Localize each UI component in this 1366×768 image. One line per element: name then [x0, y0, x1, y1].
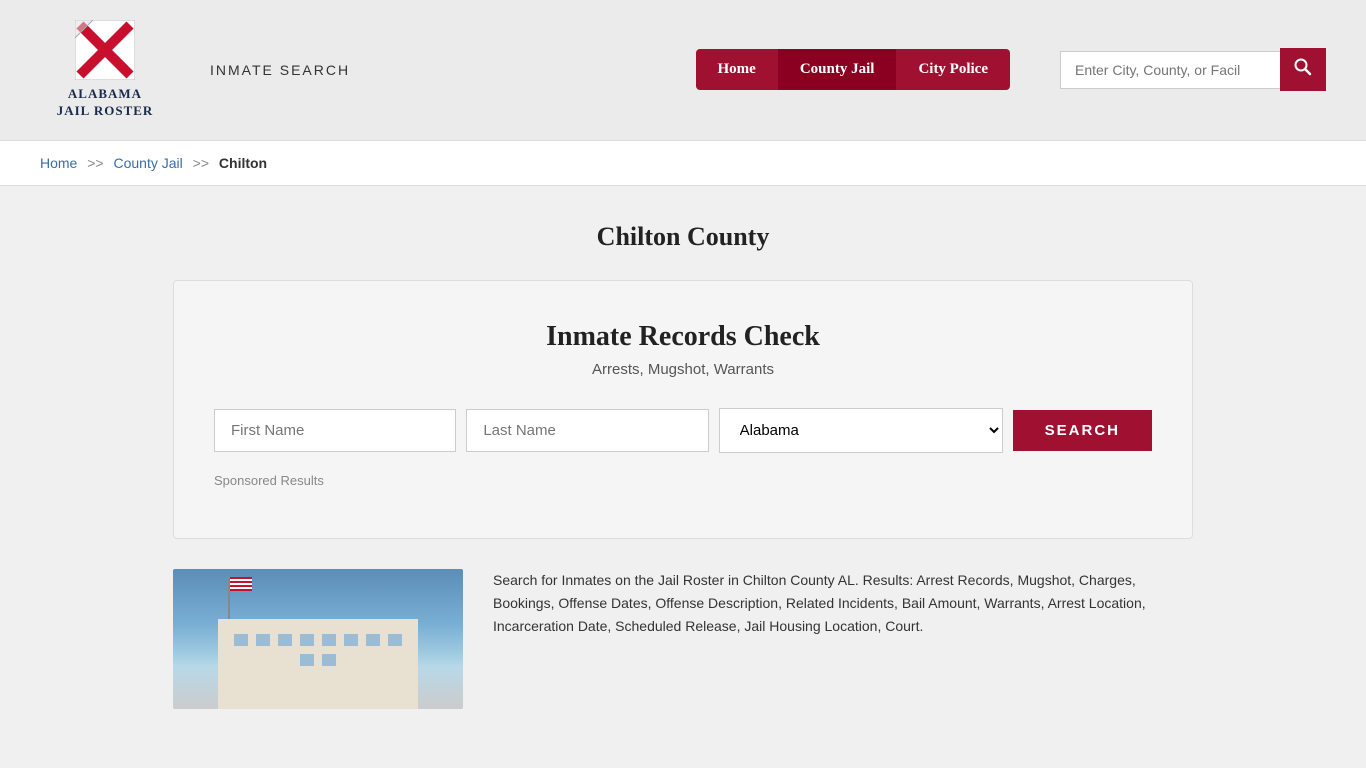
- search-icon: [1294, 58, 1312, 76]
- building-image: [173, 569, 463, 709]
- main-nav: Home County Jail City Police: [696, 49, 1011, 90]
- window: [256, 634, 270, 646]
- inmate-search-label: INMATE SEARCH: [210, 62, 350, 78]
- logo-area: ALABAMA JAIL ROSTER: [40, 20, 170, 120]
- first-name-input[interactable]: [214, 409, 456, 452]
- building-facade: [218, 619, 418, 709]
- inmate-search-button[interactable]: SEARCH: [1013, 410, 1152, 451]
- breadcrumb-current: Chilton: [219, 155, 267, 171]
- header-search-input[interactable]: [1060, 51, 1280, 89]
- window: [300, 654, 314, 666]
- records-check-box: Inmate Records Check Arrests, Mugshot, W…: [173, 280, 1193, 539]
- window: [366, 634, 380, 646]
- breadcrumb-sep-1: >>: [87, 155, 103, 171]
- last-name-input[interactable]: [466, 409, 708, 452]
- records-check-title: Inmate Records Check: [214, 321, 1152, 353]
- logo-icon: [75, 20, 135, 80]
- breadcrumb-sep-2: >>: [193, 155, 209, 171]
- breadcrumb-home-link[interactable]: Home: [40, 155, 77, 171]
- window: [322, 654, 336, 666]
- sponsored-results-label: Sponsored Results: [214, 473, 1152, 488]
- building-windows: [218, 634, 418, 666]
- header-search-area: [1060, 48, 1326, 91]
- description-text: Search for Inmates on the Jail Roster in…: [493, 569, 1193, 638]
- window: [300, 634, 314, 646]
- window: [344, 634, 358, 646]
- header-search-button[interactable]: [1280, 48, 1326, 91]
- main-content: Chilton County Inmate Records Check Arre…: [133, 186, 1233, 729]
- flag: [230, 577, 252, 591]
- window: [234, 634, 248, 646]
- breadcrumb: Home >> County Jail >> Chilton: [0, 141, 1366, 186]
- inmate-search-form: AlabamaAlaskaArizonaArkansasCaliforniaCo…: [214, 408, 1152, 453]
- site-header: ALABAMA JAIL ROSTER INMATE SEARCH Home C…: [0, 0, 1366, 141]
- nav-city-police-button[interactable]: City Police: [896, 49, 1010, 90]
- logo-text: ALABAMA JAIL ROSTER: [57, 86, 154, 120]
- breadcrumb-county-jail-link[interactable]: County Jail: [114, 155, 183, 171]
- window: [388, 634, 402, 646]
- nav-county-jail-button[interactable]: County Jail: [778, 49, 897, 90]
- nav-home-button[interactable]: Home: [696, 49, 778, 90]
- bottom-section: Search for Inmates on the Jail Roster in…: [173, 569, 1193, 709]
- records-check-subtitle: Arrests, Mugshot, Warrants: [214, 361, 1152, 378]
- page-title: Chilton County: [173, 222, 1193, 252]
- window: [278, 634, 292, 646]
- state-select[interactable]: AlabamaAlaskaArizonaArkansasCaliforniaCo…: [719, 408, 1003, 453]
- window: [322, 634, 336, 646]
